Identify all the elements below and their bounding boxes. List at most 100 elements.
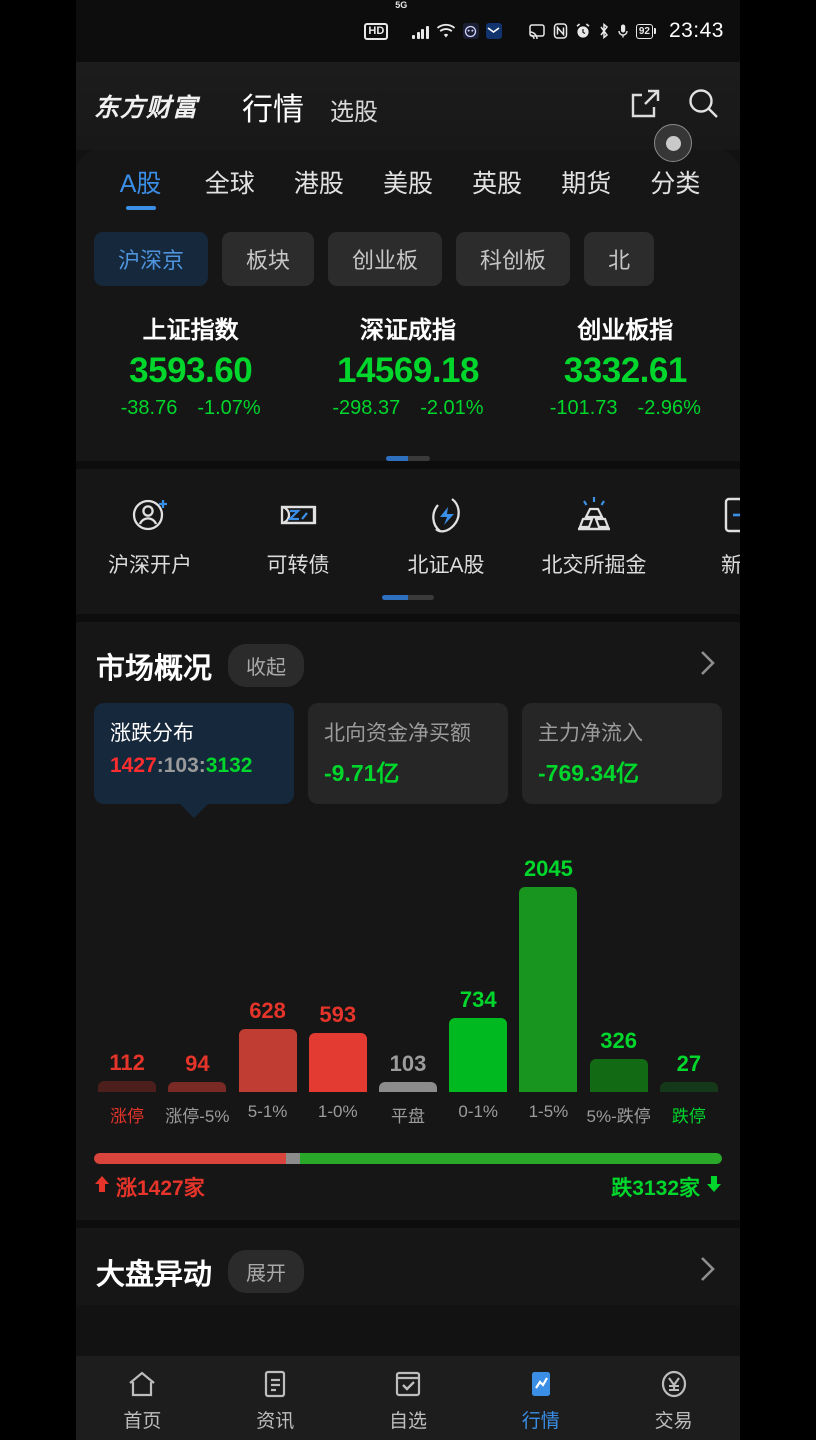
index-percent: -2.96%: [637, 397, 701, 419]
overview-card-main-inflow[interactable]: 主力净流入 -769.34亿: [522, 703, 722, 804]
chart-x-axis: 涨停 涨停-5% 5-1% 1-0% 平盘 0-1% 1-5% 5%-跌停 跌停: [92, 1102, 724, 1127]
chip-bse[interactable]: 北: [584, 232, 655, 286]
chart-x-tick: 0-1%: [458, 1102, 499, 1121]
tab-a-shares[interactable]: A股: [96, 164, 185, 214]
overview-card-label: 主力净流入: [538, 722, 643, 745]
external-link-icon[interactable]: [628, 87, 662, 126]
nfc-icon: [553, 23, 568, 39]
index-name: 上证指数: [142, 317, 239, 344]
chip-hu-shen-jing[interactable]: 沪深京: [94, 232, 209, 286]
status-bar: HD 5G 92 23:43: [76, 0, 740, 62]
quick-action-label: 新三: [721, 554, 740, 577]
hd-icon: HD: [364, 22, 389, 40]
index-change: -101.73: [549, 397, 618, 419]
chart-bar-value: 326: [600, 1028, 637, 1053]
search-icon[interactable]: [686, 86, 722, 127]
chart-x-tick: 1-5%: [528, 1102, 569, 1121]
chart-bar-value: 593: [319, 1002, 357, 1027]
chevron-right-icon[interactable]: [694, 1252, 720, 1291]
arrow-up-icon: [94, 1175, 110, 1199]
nav-label: 首页: [123, 1410, 162, 1432]
quick-action-bse-gold[interactable]: 北交所掘金: [520, 487, 668, 579]
quick-action-neeq[interactable]: 新三: [668, 487, 740, 579]
index-change: -298.37: [332, 397, 401, 419]
chevron-right-icon[interactable]: [694, 646, 720, 685]
chip-chinext[interactable]: 创业板: [328, 232, 443, 286]
tab-us-shares[interactable]: 美股: [363, 164, 452, 214]
alarm-icon: [575, 23, 591, 39]
distribution-chart: 112 94 628 593 103 734 2045 326 27 涨停 涨停-5% 5-1% 1-…: [76, 804, 740, 1127]
quick-action-page-indicator: [76, 595, 740, 600]
advance-segment: [94, 1153, 287, 1164]
quick-action-label: 沪深开户: [108, 554, 192, 577]
overview-card-ratio: 1427:103:3132: [110, 754, 253, 777]
index-name: 创业板指: [577, 317, 674, 344]
decline-count-label: 跌3132家: [611, 1177, 700, 1200]
overview-card-northbound[interactable]: 北向资金净买额 -9.71亿: [308, 703, 508, 804]
chart-x-tick: 平盘: [390, 1107, 425, 1126]
index-card-shenzhen[interactable]: 深证成指 14569.18 -298.37 -2.01%: [299, 310, 516, 420]
quick-action-open-account[interactable]: 沪深开户: [76, 487, 224, 579]
quick-action-bse-a-shares[interactable]: 北证A股: [372, 487, 520, 579]
app-screen: HD 5G 92 23:43 东方财富 行情 选股 A股 全球 港股 美股 英股…: [76, 0, 740, 1440]
overview-card-row: 涨跌分布 1427:103:3132 北向资金净买额 -9.71亿 主力净流入 …: [76, 699, 740, 818]
floating-record-button[interactable]: [654, 124, 692, 162]
wifi-icon: [436, 23, 456, 39]
decline-legend: 跌3132家: [611, 1172, 722, 1202]
chart-bar: [589, 1059, 648, 1092]
tab-categories[interactable]: 分类: [631, 164, 720, 214]
lightning-icon: [372, 487, 520, 543]
chip-sectors[interactable]: 板块: [222, 232, 315, 286]
nav-item-news[interactable]: 资讯: [209, 1364, 342, 1433]
advance-count-label: 涨1427家: [116, 1177, 205, 1200]
chart-bar-column: 103: [373, 1051, 443, 1092]
chip-star-market[interactable]: 科创板: [456, 232, 571, 286]
gold-bar-icon: [520, 487, 668, 543]
tab-global[interactable]: 全球: [185, 164, 274, 214]
nav-label: 自选: [388, 1410, 427, 1432]
chart-bar-column: 593: [303, 1002, 373, 1092]
app-header: 东方财富 行情 选股: [76, 62, 740, 162]
chart-bar-column: 94: [162, 1051, 232, 1092]
chart-bar: [659, 1082, 718, 1092]
index-change: -38.76: [120, 397, 178, 419]
chart-x-tick: 1-0%: [317, 1102, 358, 1121]
nav-item-quotes[interactable]: 行情: [474, 1364, 607, 1433]
ratio-down: 3132: [205, 754, 253, 777]
tab-hk-shares[interactable]: 港股: [274, 164, 363, 214]
yuan-trade-icon: [607, 1364, 740, 1404]
index-card-chinext[interactable]: 创业板指 3332.61 -101.73 -2.96%: [517, 310, 734, 420]
board-icon: [668, 487, 740, 543]
convertible-bond-icon: [224, 487, 372, 543]
tab-stock-picker[interactable]: 选股: [330, 92, 378, 127]
nav-item-home[interactable]: 首页: [76, 1364, 209, 1433]
chart-bar-column: 112: [92, 1050, 162, 1092]
overview-card-label: 北向资金净买额: [324, 722, 471, 745]
tab-futures[interactable]: 期货: [542, 164, 631, 214]
quick-action-convertible-bond[interactable]: 可转债: [224, 487, 372, 579]
chart-bar: [519, 887, 578, 1092]
index-name: 深证成指: [359, 317, 456, 344]
nav-item-trade[interactable]: 交易: [607, 1364, 740, 1433]
section-title: 大盘异动: [96, 1258, 213, 1291]
chart-x-tick: 跌停: [671, 1107, 706, 1126]
status-time: 23:43: [668, 19, 724, 42]
index-card-shanghai[interactable]: 上证指数 3593.60 -38.76 -1.07%: [82, 310, 299, 420]
nav-item-watchlist[interactable]: 自选: [342, 1364, 475, 1433]
microphone-icon: [617, 23, 629, 39]
page-title: 行情: [242, 91, 305, 127]
chart-bar-value: 103: [389, 1051, 427, 1076]
index-value: 14569.18: [337, 351, 479, 390]
chart-bar-column: 2045: [513, 856, 583, 1092]
tab-uk-shares[interactable]: 英股: [453, 164, 542, 214]
selected-caret: [179, 803, 209, 818]
quick-action-row: 沪深开户 可转债 北证A股 北交所掘金 新: [76, 469, 740, 585]
overview-card-distribution[interactable]: 涨跌分布 1427:103:3132: [94, 703, 294, 818]
chart-bar-value: 27: [676, 1051, 702, 1076]
mail-icon: [485, 23, 502, 39]
index-carousel[interactable]: 上证指数 3593.60 -38.76 -1.07% 深证成指 14569.18…: [76, 302, 740, 446]
nav-label: 行情: [521, 1410, 560, 1432]
collapse-button[interactable]: 收起: [228, 644, 305, 687]
advance-decline-bar: [94, 1153, 722, 1164]
expand-button[interactable]: 展开: [228, 1250, 305, 1293]
